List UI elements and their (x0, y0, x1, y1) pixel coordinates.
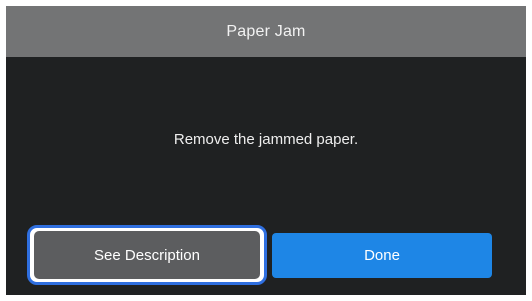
dialog-message: Remove the jammed paper. (173, 131, 359, 148)
dialog-title: Paper Jam (226, 22, 306, 40)
printer-screen: Paper Jam Remove the jammed paper. See D… (0, 0, 532, 301)
title-bar: Paper Jam (6, 6, 526, 57)
see-description-button[interactable]: See Description (34, 231, 260, 279)
done-button[interactable]: Done (272, 233, 492, 278)
